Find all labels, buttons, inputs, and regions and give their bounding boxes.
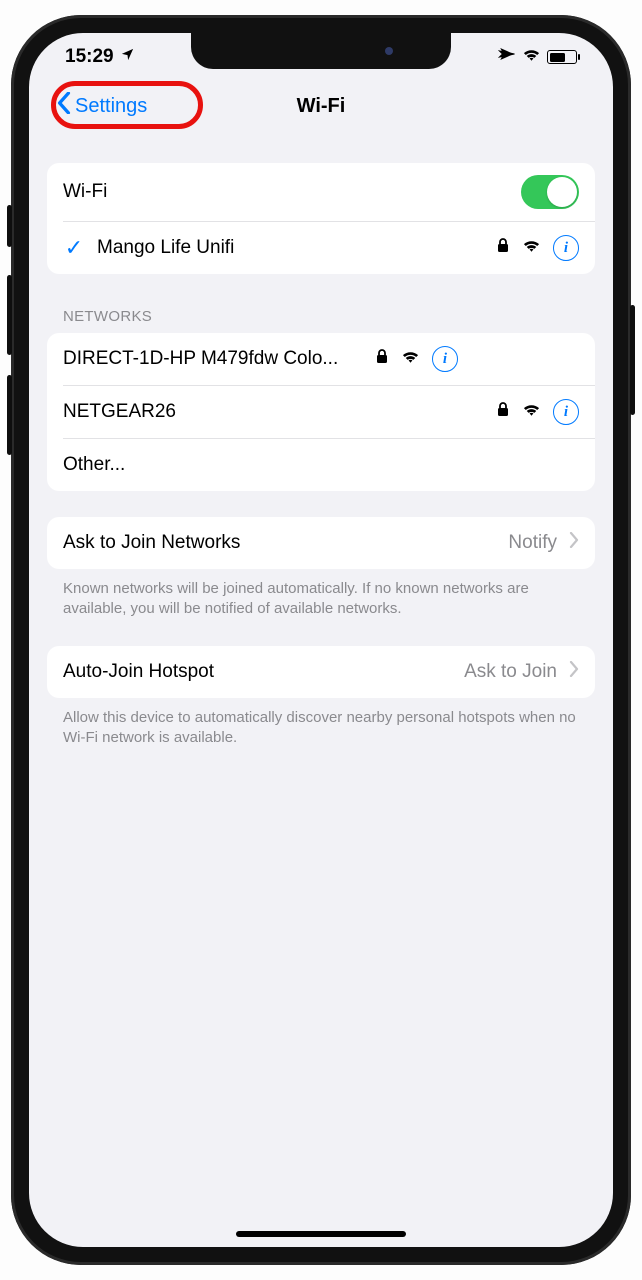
location-icon bbox=[120, 46, 135, 68]
connected-network-row[interactable]: ✓ Mango Life Unifi i bbox=[47, 222, 595, 274]
wifi-signal-icon bbox=[522, 401, 541, 423]
info-icon[interactable]: i bbox=[432, 346, 458, 372]
side-button bbox=[630, 305, 635, 415]
volume-down-button bbox=[7, 375, 12, 455]
home-indicator[interactable] bbox=[236, 1231, 406, 1237]
ask-join-group: Ask to Join Networks Notify bbox=[47, 517, 595, 569]
network-name: DIRECT-1D-HP M479fdw Colo... bbox=[63, 348, 363, 370]
info-icon[interactable]: i bbox=[553, 399, 579, 425]
chevron-right-icon bbox=[569, 532, 579, 554]
auto-hotspot-group: Auto-Join Hotspot Ask to Join bbox=[47, 646, 595, 698]
network-row[interactable]: NETGEAR26 i bbox=[47, 386, 595, 438]
back-button[interactable]: Settings bbox=[45, 86, 159, 126]
wifi-status-icon bbox=[522, 46, 541, 68]
ask-join-value: Notify bbox=[508, 532, 557, 554]
nav-bar: Settings Wi-Fi bbox=[29, 81, 613, 131]
screen: 15:29 Settings bbox=[29, 33, 613, 1247]
wifi-group: Wi-Fi ✓ Mango Life Unifi i bbox=[47, 163, 595, 274]
phone-frame: 15:29 Settings bbox=[11, 15, 631, 1265]
battery-icon bbox=[547, 50, 577, 64]
notch bbox=[191, 33, 451, 69]
auto-hotspot-value: Ask to Join bbox=[464, 661, 557, 683]
mute-switch bbox=[7, 205, 12, 247]
checkmark-icon: ✓ bbox=[63, 235, 85, 261]
wifi-signal-icon bbox=[401, 348, 420, 370]
networks-group: DIRECT-1D-HP M479fdw Colo... i NETGEAR26… bbox=[47, 333, 595, 491]
lock-icon bbox=[375, 348, 389, 370]
airplane-mode-icon bbox=[498, 45, 516, 69]
volume-up-button bbox=[7, 275, 12, 355]
wifi-signal-icon bbox=[522, 237, 541, 259]
ask-join-row[interactable]: Ask to Join Networks Notify bbox=[47, 517, 595, 569]
info-icon[interactable]: i bbox=[553, 235, 579, 261]
content: Wi-Fi ✓ Mango Life Unifi i NETWORKS bbox=[29, 131, 613, 748]
lock-icon bbox=[496, 401, 510, 423]
chevron-right-icon bbox=[569, 661, 579, 683]
auto-hotspot-row[interactable]: Auto-Join Hotspot Ask to Join bbox=[47, 646, 595, 698]
ask-join-footer: Known networks will be joined automatica… bbox=[47, 569, 595, 620]
networks-header: NETWORKS bbox=[47, 274, 595, 333]
lock-icon bbox=[496, 237, 510, 259]
wifi-toggle-label: Wi-Fi bbox=[63, 181, 509, 203]
ask-join-label: Ask to Join Networks bbox=[63, 532, 496, 554]
network-name: NETGEAR26 bbox=[63, 401, 484, 423]
connected-network-name: Mango Life Unifi bbox=[97, 237, 484, 259]
wifi-toggle[interactable] bbox=[521, 175, 579, 209]
chevron-left-icon bbox=[57, 92, 71, 120]
other-network-label: Other... bbox=[63, 454, 579, 476]
network-row[interactable]: DIRECT-1D-HP M479fdw Colo... i bbox=[47, 333, 595, 385]
other-network-row[interactable]: Other... bbox=[47, 439, 595, 491]
back-label: Settings bbox=[75, 95, 147, 118]
wifi-toggle-row[interactable]: Wi-Fi bbox=[47, 163, 595, 221]
auto-hotspot-label: Auto-Join Hotspot bbox=[63, 661, 452, 683]
auto-hotspot-footer: Allow this device to automatically disco… bbox=[47, 698, 595, 749]
status-time: 15:29 bbox=[65, 46, 114, 68]
